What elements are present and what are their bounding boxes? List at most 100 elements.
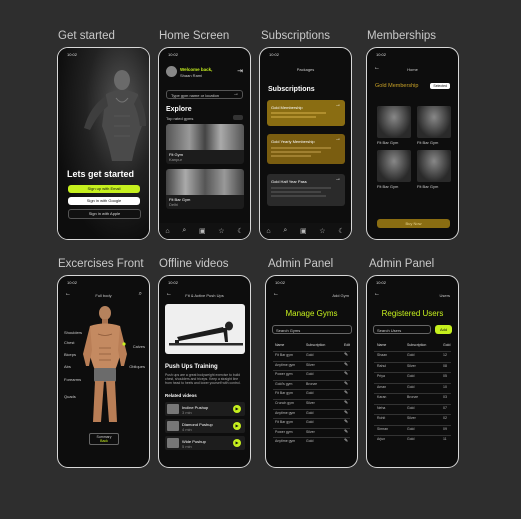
qr-icon[interactable]: ▣ bbox=[199, 227, 206, 235]
related-video-1[interactable]: Incline Pushup 3 min ▶ bbox=[165, 402, 245, 416]
label-calves[interactable]: Calves bbox=[133, 344, 145, 349]
gym-tile-3-label: Fit Bar Gym bbox=[377, 184, 399, 189]
back-arrow-icon[interactable]: ← bbox=[273, 291, 279, 297]
gym-location: Delhi bbox=[169, 202, 179, 207]
buy-now-button[interactable]: Buy Now bbox=[377, 219, 450, 228]
home-icon[interactable]: ⌂ bbox=[266, 228, 270, 235]
edit-pencil-icon[interactable]: ✎ bbox=[344, 381, 348, 387]
row-divider bbox=[273, 427, 350, 429]
row-divider bbox=[273, 370, 350, 371]
get-started-headline: Lets get started bbox=[67, 169, 135, 179]
add-user-label: Add bbox=[439, 327, 448, 332]
summary-box[interactable]: Summary Back bbox=[89, 433, 119, 445]
label-abs[interactable]: Abs bbox=[64, 364, 71, 369]
row-divider bbox=[374, 382, 451, 383]
label-shoulders[interactable]: Shoulders bbox=[64, 330, 82, 335]
logout-icon[interactable]: ⇥ bbox=[237, 67, 243, 75]
row-divider bbox=[273, 351, 350, 352]
gym-tile-2[interactable] bbox=[417, 106, 451, 138]
play-icon[interactable]: ▶ bbox=[233, 405, 241, 413]
gym-name-cell: Fit Bar gym bbox=[275, 353, 293, 357]
add-gym-link[interactable]: Add Gym bbox=[332, 293, 349, 298]
user-search-input[interactable]: Search Users bbox=[373, 325, 431, 334]
google-signin-button[interactable]: Sign in with Google bbox=[68, 197, 140, 205]
edit-pencil-icon[interactable]: ✎ bbox=[344, 429, 348, 435]
qr-icon[interactable]: ▣ bbox=[300, 227, 307, 235]
search-icon[interactable]: ⌕ bbox=[182, 227, 186, 235]
google-signin-label: Sign in with Google bbox=[86, 198, 122, 203]
section-title-get-started: Get started bbox=[58, 30, 115, 42]
muscle-body-figure[interactable] bbox=[80, 304, 130, 429]
row-divider bbox=[273, 437, 350, 438]
membership-banner: Gold Membership bbox=[375, 83, 419, 89]
related-video-3[interactable]: Wide Pushup 5 min ▶ bbox=[165, 436, 245, 450]
edit-pencil-icon[interactable]: ✎ bbox=[344, 400, 348, 406]
count-cell: 02 bbox=[443, 416, 447, 420]
email-signup-button[interactable]: Sign up with Email bbox=[68, 185, 140, 193]
search-icon[interactable]: ⌕ bbox=[283, 227, 287, 235]
label-biceps[interactable]: Biceps bbox=[64, 352, 76, 357]
edit-pencil-icon[interactable]: ✎ bbox=[344, 362, 348, 368]
gym-tile-1[interactable] bbox=[377, 106, 411, 138]
plan-card-3[interactable]: Gold Half Year Pass → bbox=[267, 174, 345, 206]
gym-search-input[interactable]: Type gym name or location → bbox=[166, 90, 243, 99]
subscription-cell: Bronze bbox=[306, 381, 318, 386]
apple-signin-button[interactable]: Sign in with Apple bbox=[68, 209, 141, 219]
edit-pencil-icon[interactable]: ✎ bbox=[344, 410, 348, 416]
phone-memberships: 10:02 ← Home Gold Membership Selected Fi… bbox=[366, 47, 459, 240]
row-divider bbox=[273, 399, 350, 400]
avatar[interactable] bbox=[166, 66, 177, 77]
label-quads[interactable]: Quads bbox=[64, 394, 76, 399]
search-icon[interactable]: ⌕ bbox=[139, 291, 142, 298]
edit-pencil-icon[interactable]: ✎ bbox=[344, 352, 348, 358]
label-obliques[interactable]: Obliques bbox=[129, 364, 145, 369]
gym-card-2[interactable]: Fit Bar Gym Delhi bbox=[166, 169, 244, 209]
gym-search-input[interactable]: Search Gyms bbox=[272, 325, 352, 334]
plan-card-2[interactable]: Gold Yearly Membership → bbox=[267, 134, 345, 164]
status-time: 10:02 bbox=[269, 52, 280, 57]
gym-tile-4[interactable] bbox=[417, 150, 451, 182]
related-video-duration: 4 min bbox=[182, 427, 192, 432]
video-player[interactable] bbox=[165, 304, 245, 354]
moon-icon[interactable]: ☾ bbox=[338, 227, 344, 235]
edit-pencil-icon[interactable]: ✎ bbox=[344, 371, 348, 377]
home-icon[interactable]: ⌂ bbox=[165, 228, 169, 235]
plan-card-1[interactable]: Gold Membership → bbox=[267, 100, 345, 126]
star-icon[interactable]: ☆ bbox=[319, 227, 325, 235]
play-icon[interactable]: ▶ bbox=[233, 422, 241, 430]
gym-card-1[interactable]: Fit Gym Kanpur bbox=[166, 124, 244, 164]
plan-name: Gold Yearly Membership bbox=[271, 139, 315, 144]
exercises-header: Full body bbox=[95, 293, 112, 298]
play-icon[interactable]: ▶ bbox=[233, 439, 241, 447]
edit-pencil-icon[interactable]: ✎ bbox=[344, 419, 348, 425]
subscription-cell: Silver bbox=[306, 362, 315, 367]
subscription-cell: Silver bbox=[407, 416, 416, 420]
explore-heading: Explore bbox=[166, 106, 192, 113]
row-divider bbox=[273, 389, 350, 390]
row-divider bbox=[374, 361, 451, 362]
phone-admin-gyms: 10:02 ← Add Gym Manage Gyms Search Gyms … bbox=[265, 275, 358, 468]
users-header: Users bbox=[439, 293, 450, 298]
gym-location: Kanpur bbox=[169, 157, 182, 162]
top-rated-label: Top rated gyms bbox=[166, 116, 194, 121]
count-cell: 05 bbox=[443, 374, 447, 378]
related-video-duration: 3 min bbox=[182, 410, 192, 415]
subscription-cell: Silver bbox=[306, 401, 315, 405]
label-chest[interactable]: Chest bbox=[64, 340, 74, 345]
buy-now-label: Buy Now bbox=[405, 221, 422, 226]
add-user-button[interactable]: Add bbox=[435, 325, 452, 334]
gym-tile-3[interactable] bbox=[377, 150, 411, 182]
bottom-nav: ⌂ ⌕ ▣ ☆ ☾ bbox=[260, 223, 351, 239]
status-time: 10:02 bbox=[67, 280, 78, 285]
gym-tile-4-label: Fit Bar Gym bbox=[417, 184, 439, 189]
back-arrow-icon[interactable]: ← bbox=[374, 291, 380, 297]
related-video-2[interactable]: Diamond Pushup 4 min ▶ bbox=[165, 419, 245, 433]
label-forearms[interactable]: Forearms bbox=[64, 377, 81, 382]
count-cell: 10 bbox=[443, 384, 447, 389]
moon-icon[interactable]: ☾ bbox=[237, 227, 243, 235]
filter-chip[interactable] bbox=[233, 115, 243, 120]
edit-pencil-icon[interactable]: ✎ bbox=[344, 438, 348, 444]
star-icon[interactable]: ☆ bbox=[218, 227, 224, 235]
edit-pencil-icon[interactable]: ✎ bbox=[344, 390, 348, 396]
user-name-cell: Arjun bbox=[377, 437, 386, 441]
